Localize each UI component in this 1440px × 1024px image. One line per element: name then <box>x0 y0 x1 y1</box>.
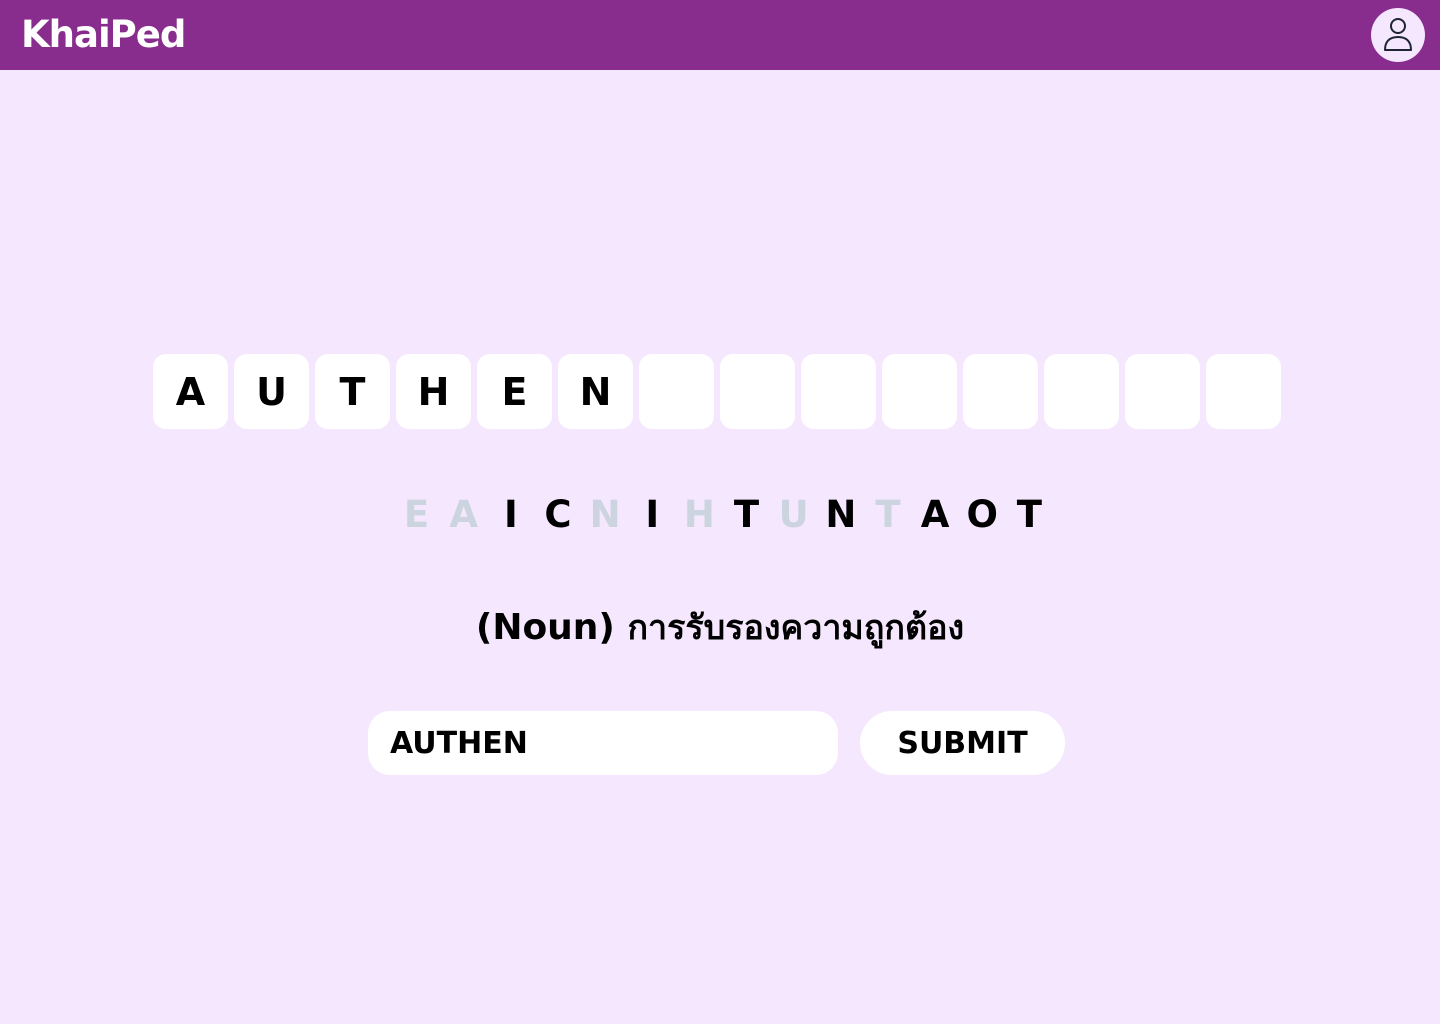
answer-tile[interactable]: A <box>153 354 228 429</box>
pool-letter-used[interactable]: A <box>440 488 487 540</box>
pool-letter[interactable]: T <box>1006 488 1053 540</box>
pool-letter-used[interactable]: H <box>676 488 723 540</box>
pool-letter[interactable]: I <box>629 488 676 540</box>
answer-tile[interactable] <box>639 354 714 429</box>
answer-tile[interactable] <box>882 354 957 429</box>
pool-letter[interactable]: O <box>959 488 1006 540</box>
answer-tile[interactable] <box>1125 354 1200 429</box>
answer-tiles: AUTHEN <box>153 354 1283 429</box>
pool-letter-used[interactable]: U <box>770 488 817 540</box>
answer-tile[interactable]: T <box>315 354 390 429</box>
pool-letter[interactable]: C <box>534 488 581 540</box>
answer-tile[interactable] <box>963 354 1038 429</box>
answer-tile[interactable]: N <box>558 354 633 429</box>
user-icon <box>1384 18 1412 51</box>
answer-tile[interactable] <box>801 354 876 429</box>
answer-tile[interactable]: E <box>477 354 552 429</box>
app-logo[interactable]: KhaiPed <box>21 13 186 57</box>
answer-tile[interactable]: U <box>234 354 309 429</box>
pool-letter-used[interactable]: T <box>864 488 911 540</box>
answer-input[interactable] <box>368 711 838 775</box>
pool-letter[interactable]: I <box>487 488 534 540</box>
answer-tile[interactable] <box>1044 354 1119 429</box>
definition-meaning: การรับรองความถูกต้อง <box>627 608 965 648</box>
pool-letter[interactable]: N <box>817 488 864 540</box>
pool-letter[interactable]: A <box>912 488 959 540</box>
part-of-speech: (Noun) <box>475 607 615 648</box>
answer-tile[interactable] <box>720 354 795 429</box>
pool-letter[interactable]: T <box>723 488 770 540</box>
user-avatar-button[interactable] <box>1371 8 1425 62</box>
answer-tile[interactable] <box>1206 354 1281 429</box>
letter-pool: EAICNIHTUNTAOT <box>393 488 1053 540</box>
answer-tile[interactable]: H <box>396 354 471 429</box>
word-definition: (Noun) การรับรองความถูกต้อง <box>0 600 1440 656</box>
pool-letter-used[interactable]: N <box>582 488 629 540</box>
pool-letter-used[interactable]: E <box>393 488 440 540</box>
submit-button[interactable]: SUBMIT <box>860 711 1065 775</box>
top-bar: KhaiPed <box>0 0 1440 70</box>
